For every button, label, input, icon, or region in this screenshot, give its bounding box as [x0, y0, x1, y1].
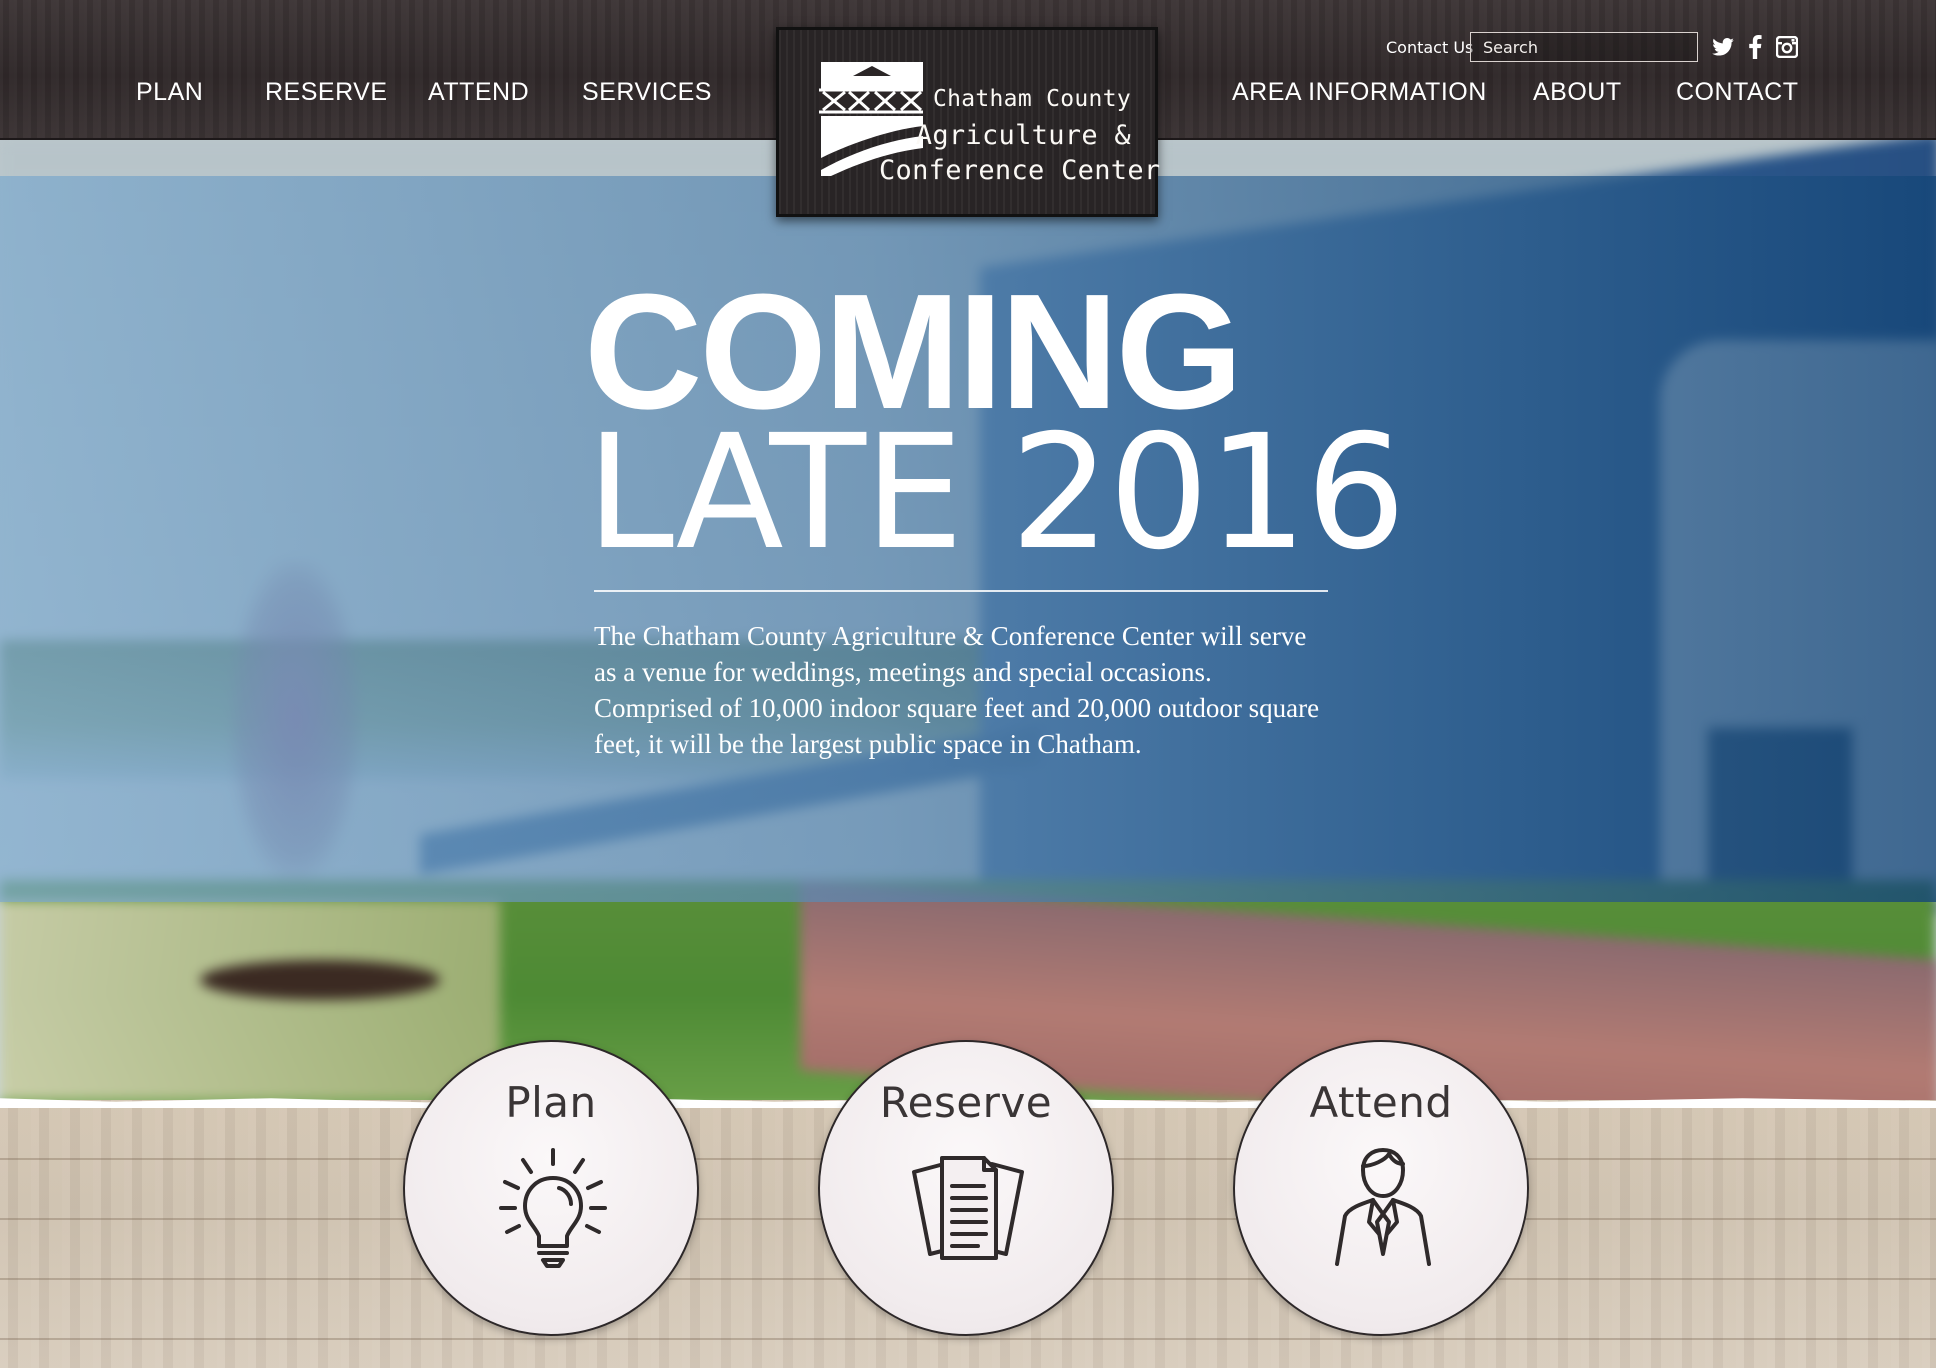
nav-about[interactable]: ABOUT: [1533, 78, 1622, 107]
twitter-icon[interactable]: [1710, 34, 1736, 60]
person-icon: [1335, 1148, 1431, 1266]
nav-reserve[interactable]: RESERVE: [265, 78, 388, 107]
attend-card-title: Attend: [1309, 1078, 1453, 1127]
nav-services[interactable]: SERVICES: [582, 78, 712, 107]
contact-us-link[interactable]: Contact Us: [1386, 38, 1473, 57]
instagram-icon[interactable]: [1774, 34, 1800, 60]
documents-icon: [912, 1156, 1024, 1260]
hero-description: The Chatham County Agriculture & Confere…: [594, 621, 1320, 759]
search-input[interactable]: [1470, 32, 1698, 62]
lightbulb-icon: [499, 1148, 607, 1268]
nav-attend[interactable]: ATTEND: [428, 78, 529, 107]
facebook-icon[interactable]: [1742, 34, 1768, 60]
attend-card[interactable]: Attend: [1233, 1040, 1529, 1336]
logo-line-1: Chatham County: [932, 86, 1131, 112]
nav-contact[interactable]: CONTACT: [1676, 78, 1798, 107]
plan-card-title: Plan: [505, 1078, 597, 1127]
hero-divider: [594, 590, 1328, 592]
nav-plan[interactable]: PLAN: [136, 78, 203, 107]
plan-card[interactable]: Plan: [403, 1040, 699, 1336]
reserve-card[interactable]: Reserve: [818, 1040, 1114, 1336]
logo-line-3: Conference Center: [879, 155, 1161, 186]
logo-line-2: Agriculture &: [915, 120, 1131, 151]
reserve-card-title: Reserve: [879, 1078, 1053, 1127]
hero-banner: COMING LATE 2016 The Chatham County Agri…: [0, 140, 1936, 1105]
logo-wordmark: Chatham County Agriculture & Conference …: [879, 80, 1161, 188]
hero-subheadline: LATE 2016: [586, 401, 1406, 585]
site-logo[interactable]: Chatham County Agriculture & Conference …: [776, 27, 1161, 217]
nav-area-information[interactable]: AREA INFORMATION: [1232, 78, 1487, 107]
